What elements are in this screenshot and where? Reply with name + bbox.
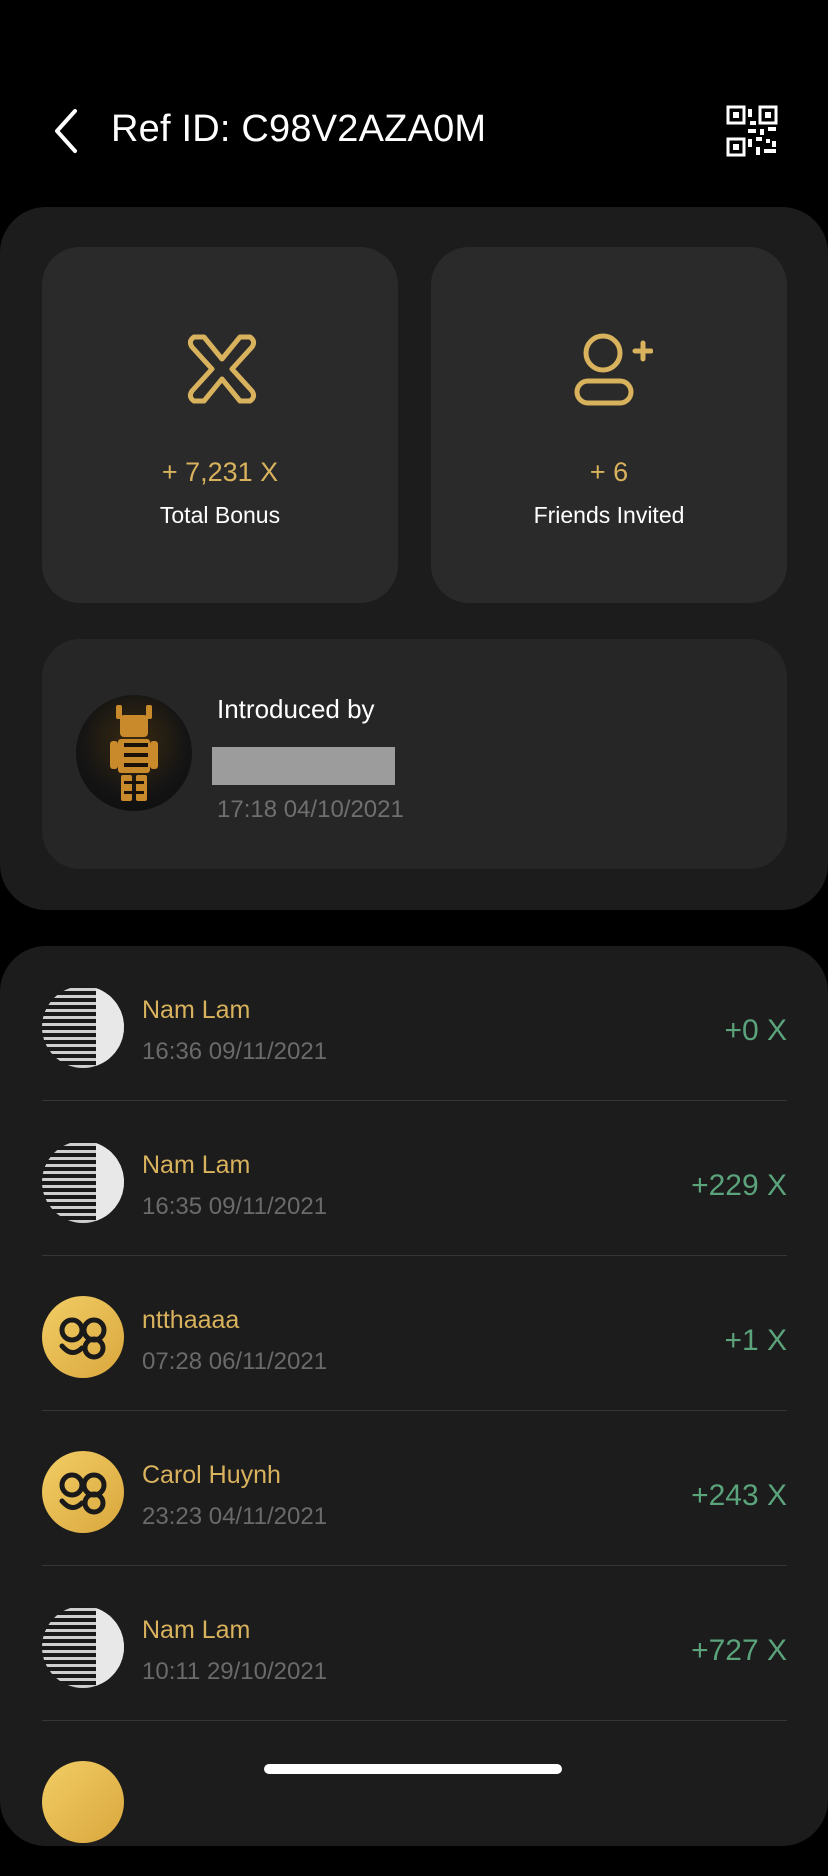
list-item[interactable]: Nam Lam 16:35 09/11/2021 +229 X — [42, 1101, 787, 1256]
referral-time: 10:11 29/10/2021 — [142, 1658, 328, 1685]
add-user-icon — [574, 333, 653, 406]
introducer-name-redacted — [212, 747, 395, 785]
referral-amount: +1 X — [724, 1324, 787, 1357]
avatar — [42, 1141, 124, 1223]
friends-invited-label: Friends Invited — [533, 502, 685, 528]
introducer-avatar — [76, 695, 192, 811]
referral-amount: +0 X — [724, 1014, 787, 1047]
friends-invited-value: + 6 — [589, 457, 629, 487]
introduced-by-label: Introduced by — [217, 694, 375, 724]
referral-name: ntthaaaa — [142, 1306, 240, 1334]
page-title: Ref ID: C98V2AZA0M — [111, 108, 487, 150]
referral-amount: +229 X — [691, 1169, 787, 1202]
qr-code-icon — [726, 105, 778, 157]
friends-invited-tile: + 6 Friends Invited — [431, 247, 787, 603]
referral-amount: +727 X — [691, 1634, 787, 1667]
avatar — [42, 1296, 124, 1378]
referral-time: 16:35 09/11/2021 — [142, 1193, 328, 1220]
introduced-time: 17:18 04/10/2021 — [217, 796, 404, 823]
total-bonus-value: + 7,231 X — [161, 457, 279, 487]
referral-name: Nam Lam — [142, 1151, 251, 1179]
summary-card: + 7,231 X Total Bonus + 6 Friends Invite… — [0, 207, 828, 910]
introduced-by-card[interactable]: Introduced by 17:18 04/10/2021 — [42, 639, 787, 869]
referral-name: Nam Lam — [142, 996, 251, 1024]
referral-time: 23:23 04/11/2021 — [142, 1503, 328, 1530]
total-bonus-label: Total Bonus — [159, 502, 281, 528]
list-item[interactable]: Nam Lam 10:11 29/10/2021 +727 X — [42, 1566, 787, 1721]
avatar — [42, 1761, 124, 1843]
list-item[interactable]: ntthaaaa 07:28 06/11/2021 +1 X — [42, 1256, 787, 1411]
referral-amount: +243 X — [691, 1479, 787, 1512]
chevron-left-icon — [55, 109, 77, 153]
referral-name: Carol Huynh — [142, 1461, 281, 1489]
referral-time: 16:36 09/11/2021 — [142, 1038, 328, 1065]
list-item[interactable]: Nam Lam 16:36 09/11/2021 +0 X — [42, 946, 787, 1101]
c98-logo-icon — [59, 1317, 107, 1360]
avatar — [42, 1606, 124, 1688]
back-button[interactable] — [46, 106, 86, 156]
avatar — [42, 986, 124, 1068]
home-indicator[interactable] — [264, 1764, 562, 1774]
referral-list: Nam Lam 16:36 09/11/2021 +0 X Nam Lam 16… — [0, 946, 828, 1846]
header: Ref ID: C98V2AZA0M — [0, 90, 828, 170]
robot-figure-image — [110, 705, 158, 801]
x-token-icon — [187, 334, 257, 404]
referral-time: 07:28 06/11/2021 — [142, 1348, 328, 1375]
referral-name: Nam Lam — [142, 1616, 251, 1644]
total-bonus-tile: + 7,231 X Total Bonus — [42, 247, 398, 603]
avatar — [42, 1451, 124, 1533]
list-item[interactable]: Carol Huynh 23:23 04/11/2021 +243 X — [42, 1411, 787, 1566]
list-item[interactable] — [42, 1721, 787, 1876]
c98-logo-icon — [59, 1472, 107, 1515]
qr-code-button[interactable] — [726, 105, 778, 157]
